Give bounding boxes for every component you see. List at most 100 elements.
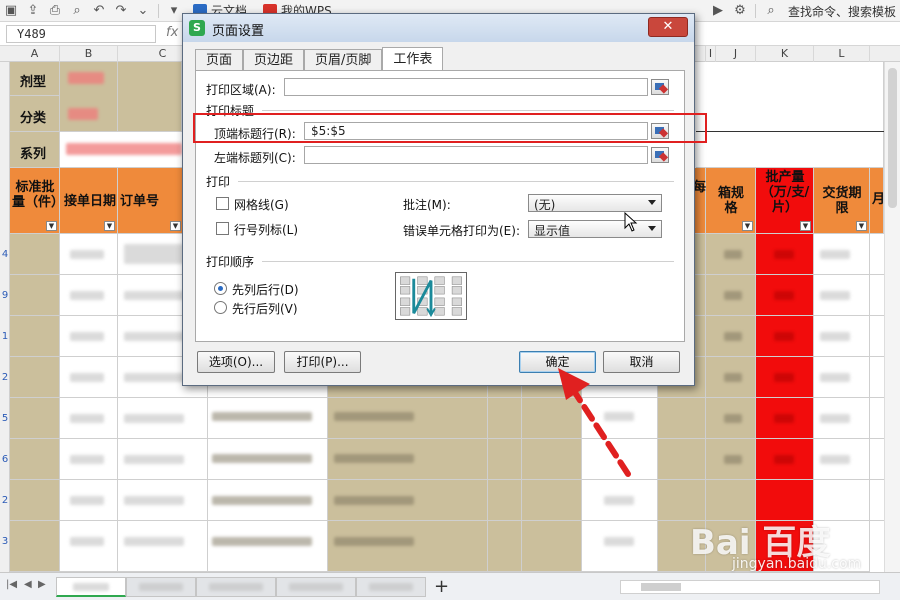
dialog-title: 页面设置 (212, 24, 265, 39)
tab-sheet[interactable]: 工作表 (382, 47, 444, 71)
row-number[interactable]: 2 (0, 372, 10, 383)
blurred-text (724, 414, 742, 423)
row-number[interactable]: 4 (0, 249, 10, 260)
left-title-cols-input[interactable] (304, 146, 648, 164)
annotation-highlight-box (193, 113, 707, 143)
comments-select[interactable]: (无) (528, 194, 662, 212)
blurred-text (70, 373, 104, 382)
print-area-label: 打印区域(A): (206, 83, 276, 97)
sheet-tab[interactable] (126, 577, 196, 597)
preview-icon[interactable]: ⌕ (69, 3, 85, 19)
first-sheet-icon[interactable]: |◀ (6, 579, 17, 590)
redo-icon[interactable]: ↷ (113, 3, 129, 19)
blurred-text (289, 583, 343, 591)
print-section-label: 打印 (206, 175, 231, 189)
sheet-tab[interactable] (356, 577, 426, 597)
filter-dropdown-icon[interactable]: ▼ (742, 221, 753, 231)
next-sheet-icon[interactable]: ▶ (38, 579, 46, 590)
print-button[interactable]: 打印(P)... (284, 351, 361, 373)
row-number[interactable]: 6 (0, 454, 10, 465)
gridlines-label: 网格线(G) (234, 198, 289, 212)
column-header-j[interactable]: J (716, 46, 756, 62)
more-icon[interactable]: ⌄ (135, 3, 151, 19)
filter-dropdown-icon[interactable]: ▼ (170, 221, 181, 231)
range-picker-icon[interactable] (651, 147, 669, 163)
blurred-text (774, 455, 794, 464)
order-over-then-down-radio[interactable] (214, 301, 227, 314)
header-order-label: 订单号 (120, 194, 160, 209)
name-box[interactable]: Y489 (6, 25, 156, 43)
range-picker-icon[interactable] (651, 79, 669, 95)
blurred-text (212, 537, 312, 546)
fx-icon[interactable]: fx (166, 25, 178, 40)
column-header-b[interactable]: B (60, 46, 118, 62)
column-header-k[interactable]: K (756, 46, 814, 62)
blurred-text (820, 414, 850, 423)
row-col-headings-checkbox[interactable] (216, 222, 229, 235)
share-icon[interactable]: ▶ (710, 3, 726, 19)
undo-icon[interactable]: ↶ (91, 3, 107, 19)
options-button[interactable]: 选项(O)... (197, 351, 275, 373)
column-header-l[interactable]: L (814, 46, 870, 62)
errors-as-select-value: 显示值 (534, 224, 571, 238)
horizontal-scrollbar[interactable] (620, 580, 880, 594)
dialog-title-bar[interactable]: S 页面设置 ✕ (183, 14, 694, 42)
sheet-tab-active[interactable] (56, 577, 126, 597)
header-batch-output-label: 批产量（万/支/片） (760, 170, 810, 215)
save-icon[interactable]: ▣ (3, 3, 19, 19)
blurred-text (820, 332, 850, 341)
row-number[interactable]: 1 (0, 331, 10, 342)
column-a-cells[interactable] (10, 234, 60, 572)
column-header-a[interactable]: A (10, 46, 60, 62)
blurred-text (334, 496, 414, 505)
settings-icon[interactable]: ⚙ (732, 3, 748, 19)
row-divider (10, 479, 884, 480)
cell-value-area[interactable] (118, 62, 182, 132)
print-icon[interactable]: ⎙ (47, 3, 63, 19)
order-down-then-over-radio[interactable] (214, 282, 227, 295)
section-divider (262, 261, 674, 262)
vertical-scroll-thumb[interactable] (888, 68, 897, 208)
export-icon[interactable]: ⇪ (25, 3, 41, 19)
filter-dropdown-icon[interactable]: ▼ (104, 221, 115, 231)
row-number[interactable]: 9 (0, 290, 10, 301)
row-number[interactable]: 3 (0, 536, 10, 547)
column-header-i[interactable]: I (706, 46, 716, 62)
sheet-tab-bar: |◀ ◀ ▶ + (0, 572, 900, 600)
search-icon[interactable]: ⌕ (763, 3, 779, 19)
page-setup-dialog: S 页面设置 ✕ 页面 页边距 页眉/页脚 工作表 打印区域(A): 打印标题 … (182, 13, 695, 386)
filter-dropdown-icon[interactable]: ▼ (46, 221, 57, 231)
tab-page[interactable]: 页面 (195, 49, 244, 71)
errors-as-select[interactable]: 显示值 (528, 220, 662, 238)
horizontal-scroll-thumb[interactable] (641, 583, 681, 591)
dropdown-icon[interactable]: ▾ (166, 3, 182, 19)
add-sheet-icon[interactable]: + (434, 576, 449, 597)
blurred-text (724, 250, 742, 259)
filter-dropdown-icon[interactable]: ▼ (856, 221, 867, 231)
column-b-cells[interactable] (60, 234, 118, 572)
sheet-tab[interactable] (276, 577, 356, 597)
print-area-input[interactable] (284, 78, 648, 96)
blurred-text (70, 414, 104, 423)
label-category: 分类 (20, 111, 47, 126)
vertical-scrollbar[interactable] (884, 62, 900, 572)
row-number[interactable]: 2 (0, 495, 10, 506)
header-m-label: 月 (872, 192, 886, 207)
close-button[interactable]: ✕ (648, 17, 688, 37)
sheet-tab[interactable] (196, 577, 276, 597)
gridlines-checkbox[interactable] (216, 197, 229, 210)
label-series: 系列 (20, 147, 47, 162)
page-order-preview-icon (395, 272, 467, 320)
tab-header-footer[interactable]: 页眉/页脚 (304, 49, 383, 71)
row-number[interactable]: 5 (0, 413, 10, 424)
filter-dropdown-icon[interactable]: ▼ (800, 221, 811, 231)
command-search[interactable]: 查找命令、搜索模板 (788, 3, 896, 20)
dialog-tabs: 页面 页边距 页眉/页脚 工作表 (195, 47, 444, 71)
blurred-text (212, 496, 312, 505)
cell-blank[interactable] (696, 62, 884, 168)
blurred-text (70, 291, 104, 300)
tab-margins[interactable]: 页边距 (243, 49, 305, 71)
section-divider (238, 181, 674, 182)
blurred-text (334, 454, 414, 463)
prev-sheet-icon[interactable]: ◀ (24, 579, 32, 590)
